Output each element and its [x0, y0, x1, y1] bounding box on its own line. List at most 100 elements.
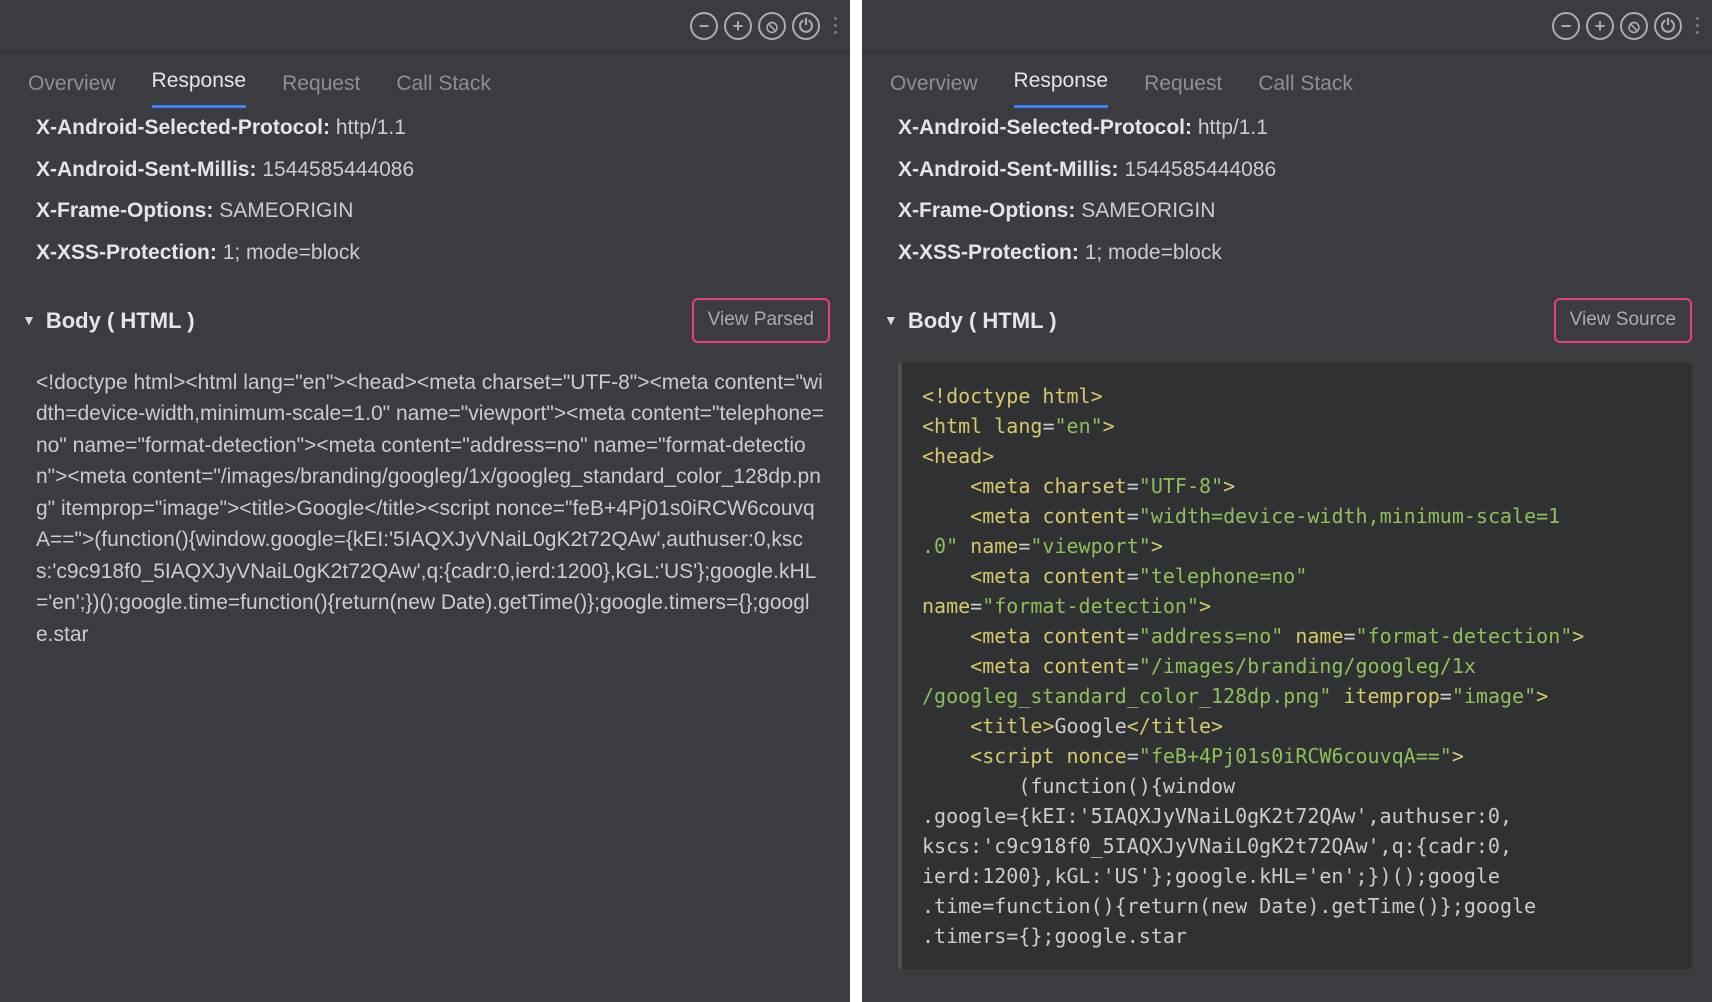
code-attr-value: /googleg_standard_color_128dp.png": [922, 684, 1331, 708]
code-attr: content: [1042, 564, 1126, 588]
response-content: X-Android-Selected-Protocol: http/1.1 X-…: [862, 108, 1712, 1002]
code-tag: meta: [982, 504, 1030, 528]
response-content: X-Android-Selected-Protocol: http/1.1 X-…: [0, 108, 850, 1002]
code-attr: name: [922, 594, 970, 618]
header-row: X-Android-Sent-Millis: 1544585444086: [898, 154, 1692, 186]
header-value: SAMEORIGIN: [219, 199, 353, 222]
disclosure-triangle-icon[interactable]: ▼: [884, 310, 898, 331]
tab-response[interactable]: Response: [152, 69, 247, 108]
minus-icon[interactable]: −: [1552, 12, 1580, 40]
code-text: .google={kEI:'5IAQXJyVNaiL0gK2t72QAw',au…: [922, 804, 1512, 828]
header-row: X-Android-Sent-Millis: 1544585444086: [36, 154, 830, 186]
code-attr: lang: [994, 414, 1042, 438]
power-icon[interactable]: ⏻: [1654, 12, 1682, 40]
plus-icon[interactable]: +: [1586, 12, 1614, 40]
header-name: X-XSS-Protection: [898, 241, 1072, 264]
code-attr-value: "UTF-8": [1139, 474, 1223, 498]
header-row: X-Frame-Options: SAMEORIGIN: [36, 195, 830, 227]
devtools-panel-right: − + ⦸ ⏻ Overview Response Request Call S…: [862, 0, 1712, 1002]
header-row: X-XSS-Protection: 1; mode=block: [898, 237, 1692, 269]
panel-toolbar: − + ⦸ ⏻: [862, 0, 1712, 52]
header-name: X-Frame-Options: [36, 199, 206, 222]
header-name: X-Android-Selected-Protocol: [898, 116, 1185, 139]
code-attr: content: [1042, 624, 1126, 648]
minus-icon[interactable]: −: [690, 12, 718, 40]
prohibit-icon[interactable]: ⦸: [1620, 12, 1648, 40]
devtools-panel-left: − + ⦸ ⏻ Overview Response Request Call S…: [0, 0, 850, 1002]
header-name: X-Android-Sent-Millis: [36, 158, 250, 181]
view-source-button[interactable]: View Source: [1554, 298, 1692, 343]
view-parsed-button[interactable]: View Parsed: [692, 298, 830, 343]
code-text: (function(){window: [922, 774, 1235, 798]
code-attr-value: .0": [922, 534, 958, 558]
code-attr-value: "format-detection": [1356, 624, 1573, 648]
code-attr: content: [1042, 504, 1126, 528]
code-attr: itemprop: [1343, 684, 1439, 708]
tab-response[interactable]: Response: [1014, 69, 1109, 108]
code-tag: title: [1151, 714, 1211, 738]
code-tag: meta: [982, 564, 1030, 588]
tab-request[interactable]: Request: [1144, 72, 1222, 108]
plus-icon[interactable]: +: [724, 12, 752, 40]
code-tag: meta: [982, 654, 1030, 678]
code-attr: charset: [1042, 474, 1126, 498]
code-tag: html: [934, 414, 982, 438]
code-attr-value: "address=no": [1139, 624, 1284, 648]
tab-bar: Overview Response Request Call Stack: [862, 52, 1712, 108]
header-row: X-Frame-Options: SAMEORIGIN: [898, 195, 1692, 227]
code-attr-value: "feB+4Pj01s0iRCW6couvqA==": [1139, 744, 1452, 768]
tab-bar: Overview Response Request Call Stack: [0, 52, 850, 108]
power-icon[interactable]: ⏻: [792, 12, 820, 40]
code-attr: content: [1042, 654, 1126, 678]
code-attr-value: "viewport": [1030, 534, 1150, 558]
header-value: 1; mode=block: [223, 241, 360, 264]
code-text: ierd:1200},kGL:'US'};google.kHL='en';})(…: [922, 864, 1500, 888]
tab-overview[interactable]: Overview: [890, 72, 978, 108]
header-row: X-XSS-Protection: 1; mode=block: [36, 237, 830, 269]
code-tag: title: [982, 714, 1042, 738]
code-attr: name: [1295, 624, 1343, 648]
header-row: X-Android-Selected-Protocol: http/1.1: [36, 112, 830, 144]
header-name: X-Android-Selected-Protocol: [36, 116, 323, 139]
header-name: X-XSS-Protection: [36, 241, 210, 264]
code-text: kscs:'c9c918f0_5IAQXJyVNaiL0gK2t72QAw',q…: [922, 834, 1512, 858]
header-value: 1; mode=block: [1085, 241, 1222, 264]
code-text: .time=function(){return(new Date).getTim…: [922, 894, 1536, 918]
code-attr-value: "image": [1452, 684, 1536, 708]
tab-callstack[interactable]: Call Stack: [1258, 72, 1353, 108]
prohibit-icon[interactable]: ⦸: [758, 12, 786, 40]
tab-callstack[interactable]: Call Stack: [396, 72, 491, 108]
panel-divider: [850, 0, 862, 1002]
code-attr: name: [970, 534, 1018, 558]
response-body-raw: <!doctype html><html lang="en"><head><me…: [36, 367, 830, 651]
code-tag: meta: [982, 474, 1030, 498]
code-doctype: <!doctype html>: [922, 384, 1103, 408]
header-value: SAMEORIGIN: [1081, 199, 1215, 222]
panel-toolbar: − + ⦸ ⏻: [0, 0, 850, 52]
tab-request[interactable]: Request: [282, 72, 360, 108]
header-value: 1544585444086: [1124, 158, 1276, 181]
code-tag: script: [982, 744, 1054, 768]
body-section-label: Body ( HTML ): [908, 304, 1057, 337]
body-section-header: ▼ Body ( HTML ) View Source: [884, 298, 1692, 343]
code-tag: head: [934, 444, 982, 468]
header-name: X-Frame-Options: [898, 199, 1068, 222]
response-body-parsed: <!doctype html> <html lang="en"> <head> …: [898, 363, 1692, 969]
body-section-label: Body ( HTML ): [46, 304, 195, 337]
header-value: http/1.1: [336, 116, 406, 139]
header-value: http/1.1: [1198, 116, 1268, 139]
code-attr-value: "/images/branding/googleg/1x: [1139, 654, 1476, 678]
tab-overview[interactable]: Overview: [28, 72, 116, 108]
code-tag: meta: [982, 624, 1030, 648]
code-attr: nonce: [1067, 744, 1127, 768]
header-value: 1544585444086: [262, 158, 414, 181]
code-text: Google: [1054, 714, 1126, 738]
disclosure-triangle-icon[interactable]: ▼: [22, 310, 36, 331]
header-name: X-Android-Sent-Millis: [898, 158, 1112, 181]
body-section-header: ▼ Body ( HTML ) View Parsed: [22, 298, 830, 343]
code-attr-value: "en": [1054, 414, 1102, 438]
code-attr-value: "telephone=no": [1139, 564, 1308, 588]
drag-handle-icon[interactable]: [1692, 17, 1702, 34]
header-row: X-Android-Selected-Protocol: http/1.1: [898, 112, 1692, 144]
drag-handle-icon[interactable]: [830, 17, 840, 34]
